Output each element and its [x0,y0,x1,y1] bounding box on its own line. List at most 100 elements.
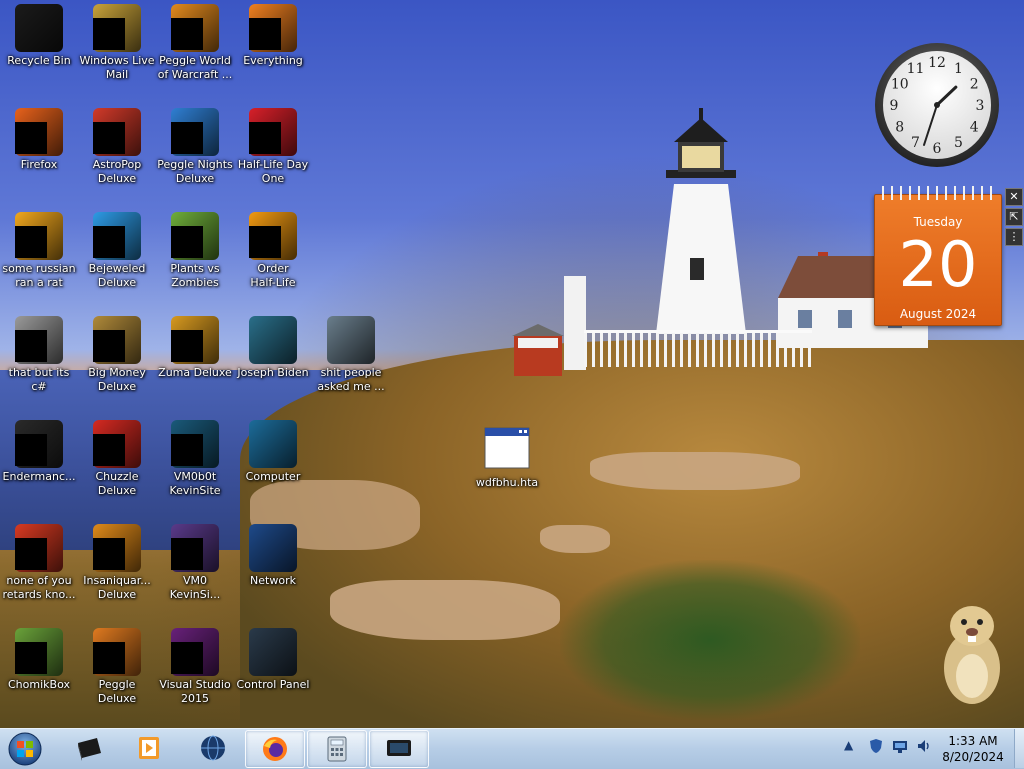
desktop-icon-some-russian-ran-a-rat[interactable]: some russian ran a rat [0,208,78,290]
desktop-icon-recycle-bin[interactable]: Recycle Bin [0,0,78,68]
desktop-icon-vm0-kevinsi[interactable]: VM0 KevinSi... [156,520,234,602]
taskbar-firefox[interactable] [245,730,305,768]
desktop-icon-label: Endermanc... [2,470,76,483]
taskbar-calculator[interactable] [307,730,367,768]
redaction-box [171,538,203,570]
redaction-box [15,434,47,466]
globe-icon [201,735,225,761]
shit-people-asked-me-icon [327,316,375,364]
wallpaper-rock [330,580,560,640]
desktop-icon-label: Peggle Deluxe [97,678,137,705]
desktop-icon-label: Order Half-Life [250,262,296,289]
desktop-icon-shit-people-asked-me[interactable]: shit people asked me ... [312,312,390,394]
desktop-icon-label: Joseph Biden [237,366,309,379]
desktop-icon-peggle-nights-deluxe[interactable]: Peggle Nights Deluxe [156,104,234,186]
endermanch-icon [15,420,63,468]
desktop-icon-label: shit people asked me ... [317,366,385,393]
hta-window-icon [483,426,531,474]
big-money-deluxe-icon [93,316,141,364]
gadget-size-button[interactable]: ⇱ [1005,208,1023,226]
tray-overflow-button[interactable]: ▲ [844,738,860,754]
desktop-icon-label: Bejeweled Deluxe [88,262,146,289]
desktop-icon-firefox[interactable]: Firefox [0,104,78,172]
media-center-icon [78,738,101,761]
clock-number: 11 [907,61,925,77]
desktop-icon-wdfbhu-hta[interactable]: wdfbhu.hta [468,422,546,490]
chomikbox-icon [15,628,63,676]
peggle-world-of-warcraft-icon [171,4,219,52]
taskbar-time: 1:33 AM [948,734,998,748]
desktop-icon-label: VM0b0t KevinSite [169,470,221,497]
taskbar-clock[interactable]: 1:33 AM 8/20/2024 [936,733,1010,765]
desktop-icon-label: some russian ran a rat [2,262,76,289]
desktop-icon-label: Peggle World of Warcraft ... [157,54,233,81]
monitor-icon [387,740,411,756]
show-desktop-button[interactable] [1014,729,1024,768]
desktop-icon-chuzzle-deluxe[interactable]: Chuzzle Deluxe [78,416,156,498]
desktop-icon-that-but-its-csharp[interactable]: that but its c# [0,312,78,394]
desktop-icon-vm0b0t-kevinsite[interactable]: VM0b0t KevinSite [156,416,234,498]
gadget-close-button[interactable]: ✕ [1005,188,1023,206]
redaction-box [171,18,203,50]
desktop-icon-half-life-day-one[interactable]: Half-Life Day One [234,104,312,186]
calendar-month-year: August 2024 [899,307,977,321]
defender-icon[interactable] [868,738,884,754]
network-monitor-icon[interactable] [892,738,908,754]
desktop-icon-chomikbox[interactable]: ChomikBox [0,624,78,692]
desktop-icon-computer[interactable]: Computer [234,416,312,484]
desktop-icon-everything[interactable]: Everything [234,0,312,68]
desktop-icon-label: wdfbhu.hta [475,476,539,489]
desktop-icon-label: Big Money Deluxe [88,366,146,393]
desktop-icon-label: Chuzzle Deluxe [95,470,139,497]
desktop-icon-zuma-deluxe[interactable]: Zuma Deluxe [156,312,234,380]
desktop-icon-windows-live-mail[interactable]: Windows Live Mail [78,0,156,82]
desktop-icon-peggle-world-of-warcraft[interactable]: Peggle World of Warcraft ... [156,0,234,82]
desktop-icon-joseph-biden[interactable]: Joseph Biden [234,312,312,380]
desktop-icon-control-panel[interactable]: Control Panel [234,624,312,692]
taskbar-media-center[interactable] [60,730,118,766]
desktop-icon-label: Zuma Deluxe [158,366,232,379]
redaction-box [93,538,125,570]
volume-icon[interactable] [916,738,932,754]
desktop-icon-insaniquarium-deluxe[interactable]: Insaniquar... Deluxe [78,520,156,602]
desktop-icon-astropop-deluxe[interactable]: AstroPop Deluxe [78,104,156,186]
desktop-icon-label: Network [250,574,296,587]
redaction-box [15,642,47,674]
desktop-icon-bejeweled-deluxe[interactable]: Bejeweled Deluxe [78,208,156,290]
desktop-icon-label: Computer [245,470,301,483]
desktop-icon-label: Visual Studio 2015 [159,678,231,705]
bejeweled-deluxe-icon [93,212,141,260]
redaction-box [171,226,203,258]
desktop-icon-plants-vs-zombies[interactable]: Plants vs Zombies [156,208,234,290]
clock-number: 1 [954,61,963,77]
desktop-icon-big-money-deluxe[interactable]: Big Money Deluxe [78,312,156,394]
plants-vs-zombies-icon [171,212,219,260]
vm0b0t-kevinsite-icon [171,420,219,468]
some-russian-ran-a-rat-icon [15,212,63,260]
desktop-icon-peggle-deluxe[interactable]: Peggle Deluxe [78,624,156,706]
clock-number: 10 [891,77,909,93]
calendar-gadget[interactable]: Tuesday 20 August 2024 [874,186,1002,326]
peggle-deluxe-icon [93,628,141,676]
gadget-drag-handle[interactable]: ⋮ [1005,228,1023,246]
clock-number: 4 [970,120,979,136]
taskbar-monitor[interactable] [369,730,429,768]
desktop-icon-label: Plants vs Zombies [170,262,220,289]
clock-number: 5 [954,135,963,151]
desktop-icon-endermanch[interactable]: Endermanc... [0,416,78,484]
taskbar-globe[interactable] [184,730,242,766]
desktop-icon-order-half-life[interactable]: Order Half-Life [234,208,312,290]
taskbar-media-player[interactable] [120,730,178,766]
desktop-icon-visual-studio-2015[interactable]: Visual Studio 2015 [156,624,234,706]
redaction-box [93,226,125,258]
desktop-icon-network[interactable]: Network [234,520,312,588]
none-of-you-retards-icon [15,524,63,572]
calculator-icon [327,736,347,762]
recycle-bin-icon [15,4,63,52]
redaction-box [171,122,203,154]
desktop-icon-none-of-you-retards[interactable]: none of you retards kno... [0,520,78,602]
windows-start-orb[interactable] [6,732,44,766]
desktop-icon-label: VM0 KevinSi... [169,574,221,601]
clock-gadget[interactable]: 1234567891011 12 [874,42,1000,168]
desktop-pet-gopher[interactable] [936,596,1006,708]
